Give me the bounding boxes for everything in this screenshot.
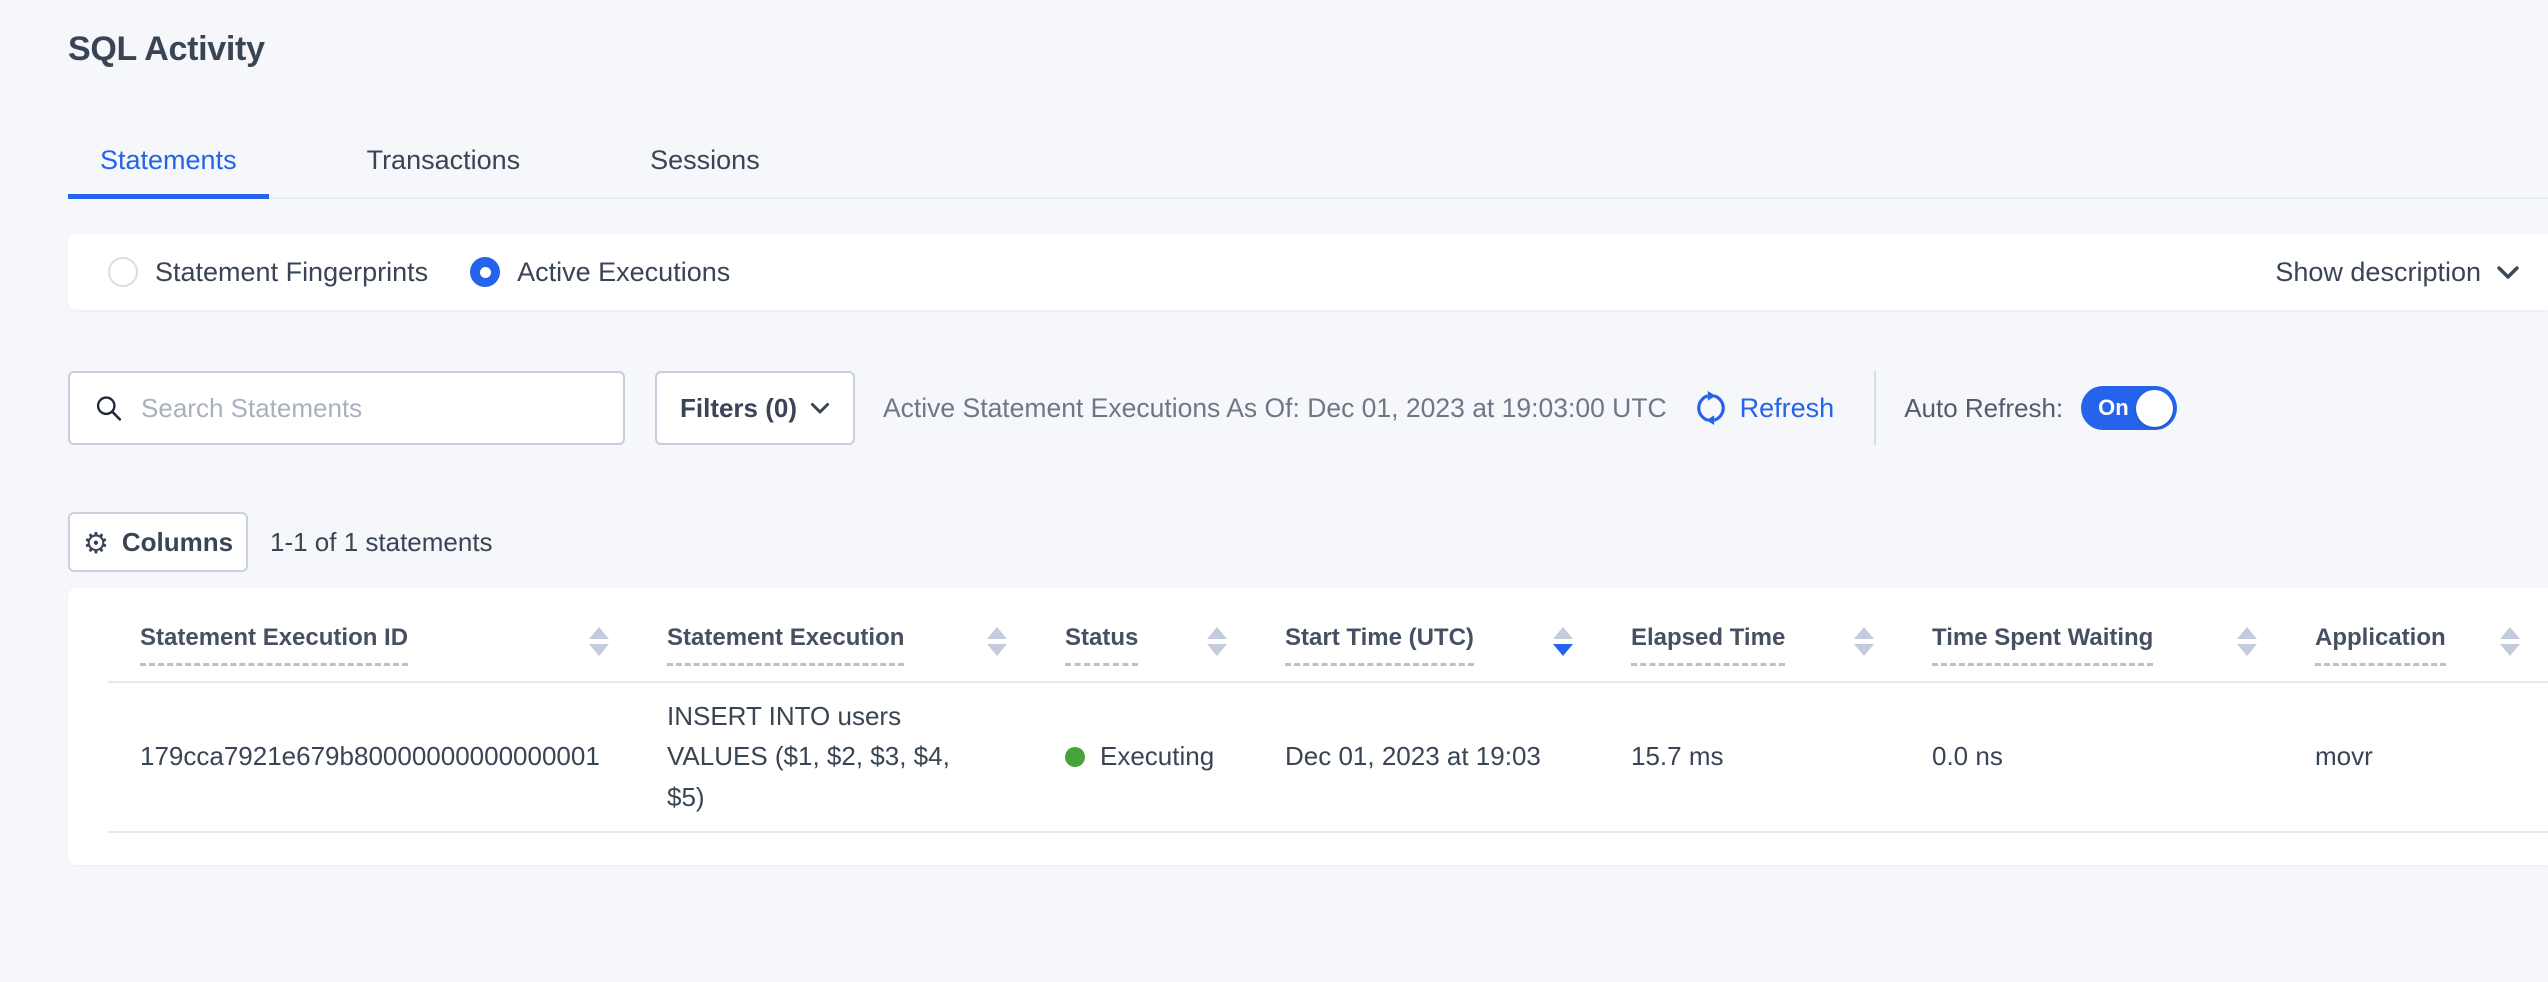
radio-statement-fingerprints[interactable]: Statement Fingerprints (108, 257, 428, 288)
table-header-row: Statement Execution ID Statement Executi… (68, 588, 2548, 666)
view-radio-group: Statement Fingerprints Active Executions (108, 257, 730, 288)
sort-button[interactable] (2237, 627, 2257, 656)
cell-application: movr (2315, 741, 2548, 772)
column-header-label[interactable]: Statement Execution (667, 624, 904, 666)
radio-label: Statement Fingerprints (155, 257, 428, 288)
radio-button-icon[interactable] (470, 257, 500, 287)
show-description-toggle[interactable]: Show description (2275, 257, 2520, 288)
radio-button-icon[interactable] (108, 257, 138, 287)
status-executing-icon (1065, 747, 1085, 767)
sort-button[interactable] (2500, 627, 2520, 656)
tab-transactions[interactable]: Transactions (335, 145, 553, 199)
toggle-state-label: On (2098, 395, 2129, 421)
statements-table: Statement Execution ID Statement Executi… (68, 588, 2548, 865)
tab-bar: Statements Transactions Sessions (68, 145, 2548, 199)
sql-activity-page: SQL Activity Statements Transactions Ses… (0, 0, 2548, 865)
sort-button[interactable] (987, 627, 1007, 656)
column-header-time-spent-waiting: Time Spent Waiting (1932, 624, 2315, 666)
table-row[interactable]: 179cca7921e679b80000000000000001 INSERT … (68, 683, 2548, 831)
radio-active-executions[interactable]: Active Executions (470, 257, 730, 288)
toggle-knob[interactable] (2136, 390, 2173, 427)
tab-statements[interactable]: Statements (68, 145, 269, 199)
column-header-label[interactable]: Start Time (UTC) (1285, 624, 1474, 666)
auto-refresh-label: Auto Refresh: (1904, 393, 2063, 424)
sort-button[interactable] (1207, 627, 1227, 656)
refresh-button[interactable]: Refresh (1693, 390, 1835, 426)
radio-label: Active Executions (517, 257, 730, 288)
cell-execution-id[interactable]: 179cca7921e679b80000000000000001 (140, 741, 667, 772)
gear-icon: ⚙ (83, 529, 109, 558)
page-title: SQL Activity (68, 0, 2548, 69)
refresh-icon (1693, 390, 1729, 426)
cell-status: Executing (1065, 741, 1285, 772)
columns-label: Columns (122, 527, 233, 558)
search-icon (94, 392, 123, 424)
table-toolbar: ⚙ Columns 1-1 of 1 statements (68, 512, 2548, 572)
column-header-start-time: Start Time (UTC) (1285, 624, 1631, 666)
sort-button[interactable] (589, 627, 609, 656)
chevron-down-icon (2496, 265, 2520, 280)
result-count: 1-1 of 1 statements (270, 527, 493, 558)
filters-label: Filters (0) (680, 393, 797, 424)
column-header-status: Status (1065, 624, 1285, 666)
column-header-elapsed-time: Elapsed Time (1631, 624, 1932, 666)
search-input[interactable] (141, 393, 603, 424)
columns-button[interactable]: ⚙ Columns (68, 512, 248, 572)
chevron-down-icon (810, 402, 830, 415)
auto-refresh-toggle[interactable]: On (2081, 386, 2177, 430)
sort-button[interactable] (1854, 627, 1874, 656)
view-selector-card: Statement Fingerprints Active Executions… (68, 234, 2548, 310)
column-header-label[interactable]: Status (1065, 624, 1138, 666)
tab-sessions[interactable]: Sessions (618, 145, 792, 199)
cell-elapsed-time: 15.7 ms (1631, 741, 1932, 772)
column-header-label[interactable]: Statement Execution ID (140, 624, 408, 666)
cell-start-time: Dec 01, 2023 at 19:03 (1285, 741, 1631, 772)
show-description-label: Show description (2275, 257, 2481, 288)
refresh-label: Refresh (1740, 393, 1835, 424)
status-label: Executing (1100, 741, 1214, 772)
as-of-timestamp: Active Statement Executions As Of: Dec 0… (883, 393, 1667, 424)
column-header-label[interactable]: Elapsed Time (1631, 624, 1785, 666)
column-header-label[interactable]: Time Spent Waiting (1932, 624, 2153, 666)
controls-row: Filters (0) Active Statement Executions … (68, 370, 2548, 446)
row-divider (108, 831, 2548, 833)
column-header-statement-execution: Statement Execution (667, 624, 1065, 666)
sort-button[interactable] (1553, 627, 1573, 656)
search-box[interactable] (68, 371, 625, 445)
column-header-statement-execution-id: Statement Execution ID (140, 624, 667, 666)
filters-button[interactable]: Filters (0) (655, 371, 855, 445)
cell-statement[interactable]: INSERT INTO users VALUES ($1, $2, $3, $4… (667, 696, 1002, 817)
column-header-label[interactable]: Application (2315, 624, 2446, 666)
cell-time-spent-waiting: 0.0 ns (1932, 741, 2315, 772)
column-header-application: Application (2315, 624, 2548, 666)
vertical-divider (1874, 371, 1876, 445)
